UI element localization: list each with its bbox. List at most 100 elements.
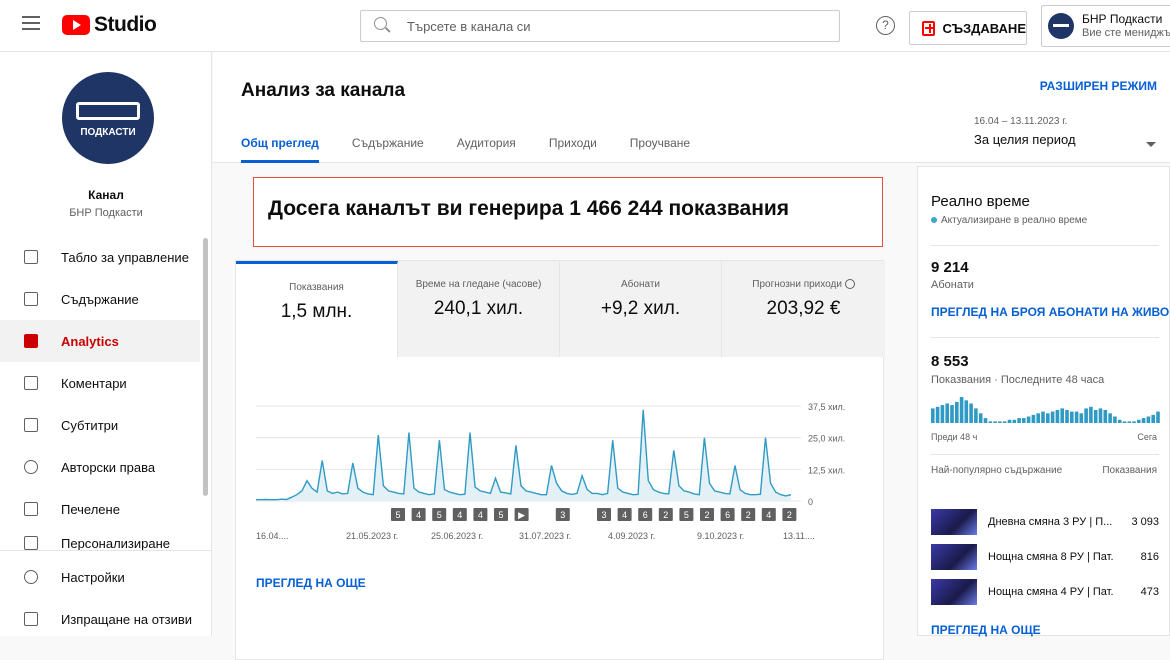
tab-research[interactable]: Проучване xyxy=(630,136,690,163)
search-icon xyxy=(374,17,387,30)
period-selector[interactable]: За целия период xyxy=(974,132,1076,147)
settings-icon xyxy=(24,570,38,584)
see-more-link[interactable]: ПРЕГЛЕД НА ОЩЕ xyxy=(256,576,366,590)
video-thumbnail xyxy=(931,509,977,535)
page-title: Анализ за канала xyxy=(241,80,406,101)
event-marker-label: 5 xyxy=(684,510,689,520)
tab-content[interactable]: Съдържание xyxy=(352,136,424,163)
mini-bar xyxy=(1108,413,1112,423)
video-views: 3 093 xyxy=(1131,516,1159,528)
top-content-row[interactable]: Нощна смяна 8 РУ | Пат... 816 xyxy=(931,542,1159,572)
mini-bar xyxy=(945,403,949,423)
metric-revenue[interactable]: Прогнозни приходи 203,92 € xyxy=(722,261,885,357)
logo-text: Studio xyxy=(94,13,157,36)
sidebar-item-label: Авторски права xyxy=(61,459,156,475)
metric-subscribers[interactable]: Абонати +9,2 хил. xyxy=(560,261,722,357)
sidebar-item-monetization[interactable]: Печелене xyxy=(0,488,200,530)
sidebar-item-label: Изпращане на отзиви xyxy=(61,611,193,627)
mini-bar xyxy=(1070,411,1074,423)
sidebar-item-label: Табло за управление xyxy=(61,249,189,265)
search-input[interactable]: Търсете в канала си xyxy=(360,10,840,42)
sidebar-item-dashboard[interactable]: Табло за управление xyxy=(0,236,200,278)
event-marker-label: 4 xyxy=(766,510,771,520)
video-thumbnail xyxy=(931,579,977,605)
channel-avatar[interactable]: ПОДКАСТИ xyxy=(62,72,154,164)
sidebar-item-settings[interactable]: Настройки xyxy=(0,556,212,598)
main-content: Анализ за канала РАЗШИРЕН РЕЖИМ 16.04 – … xyxy=(213,52,1170,660)
sidebar-item-content[interactable]: Съдържание xyxy=(0,278,200,320)
copyright-icon xyxy=(24,460,38,474)
mini-bar xyxy=(1065,410,1069,423)
mini-bar xyxy=(959,397,964,423)
metric-value: 1,5 млн. xyxy=(280,301,353,322)
mini-bar xyxy=(1089,406,1093,423)
tab-overview[interactable]: Общ преглед xyxy=(241,136,319,163)
realtime-title: Реално време xyxy=(931,193,1030,210)
info-icon[interactable] xyxy=(844,279,855,290)
event-marker-label: 4 xyxy=(457,510,462,520)
advanced-mode-link[interactable]: РАЗШИРЕН РЕЖИМ xyxy=(1040,79,1157,93)
metric-label: Време на гледане (часове) xyxy=(415,279,542,290)
video-title: Нощна смяна 8 РУ | Пат... xyxy=(988,551,1113,563)
mini-bar xyxy=(935,406,940,423)
video-views: 473 xyxy=(1140,586,1159,598)
live-subscribers-link[interactable]: ПРЕГЛЕД НА БРОЯ АБОНАТИ НА ЖИВО xyxy=(931,305,1169,319)
sidebar-item-label: Печелене xyxy=(61,501,120,517)
account-switcher[interactable]: БНР Подкасти Вие сте мениджър xyxy=(1041,5,1170,47)
sidebar-item-analytics[interactable]: Analytics xyxy=(0,320,200,362)
mini-bar xyxy=(1060,408,1064,423)
date-range[interactable]: 16.04 – 13.11.2023 г. xyxy=(974,116,1067,127)
overview-card: Показвания 1,5 млн. Време на гледане (ча… xyxy=(235,260,885,660)
sidebar: ПОДКАСТИ Канал БНР Подкасти Табло за упр… xyxy=(0,52,212,636)
sidebar-item-subtitles[interactable]: Субтитри xyxy=(0,404,200,446)
y-tick-label: 25,0 хил. xyxy=(808,434,845,444)
x-tick-label: 25.06.2023 г. xyxy=(431,531,483,541)
tab-audience[interactable]: Аудитория xyxy=(457,136,516,163)
realtime-status: Актуализиране в реално време xyxy=(931,215,1087,226)
sidebar-item-comments[interactable]: Коментари xyxy=(0,362,200,404)
sidebar-scrollbar[interactable] xyxy=(203,238,208,496)
mini-bar xyxy=(940,405,945,423)
x-tick-label: 4.09.2023 г. xyxy=(608,531,655,541)
mini-bar xyxy=(1026,416,1031,423)
mini-bar xyxy=(1050,411,1055,423)
views-summary-banner: Досега каналът ви генерира 1 466 244 пок… xyxy=(253,177,883,247)
sidebar-item-copyright[interactable]: Авторски права xyxy=(0,446,200,488)
tab-revenue[interactable]: Приходи xyxy=(549,136,597,163)
realtime-see-more-link[interactable]: ПРЕГЛЕД НА ОЩЕ xyxy=(931,623,1041,637)
menu-icon[interactable] xyxy=(22,16,40,30)
create-button[interactable]: СЪЗДАВАНЕ xyxy=(909,11,1027,45)
create-label: СЪЗДАВАНЕ xyxy=(942,20,1026,36)
subscribers-count: 9 214 xyxy=(931,259,969,276)
mini-bar xyxy=(1103,410,1108,423)
metric-views[interactable]: Показвания 1,5 млн. xyxy=(236,261,398,357)
top-content-row[interactable]: Нощна смяна 4 РУ | Пат... 473 xyxy=(931,577,1159,607)
views-area xyxy=(256,409,791,501)
metric-label: Прогнозни приходи xyxy=(722,279,885,290)
top-content-row[interactable]: Дневна смяна 3 РУ | П... 3 093 xyxy=(931,507,1159,537)
mini-bar xyxy=(1022,418,1026,423)
metric-watch-time[interactable]: Време на гледане (часове) 240,1 хил. xyxy=(398,261,560,357)
chevron-down-icon[interactable] xyxy=(1146,142,1156,147)
views-48h-count: 8 553 xyxy=(931,353,969,370)
y-tick-label: 0 xyxy=(808,497,813,507)
account-avatar xyxy=(1048,13,1074,39)
help-icon[interactable]: ? xyxy=(876,16,895,35)
studio-logo[interactable]: Studio xyxy=(62,13,157,37)
sidebar-item-label: Analytics xyxy=(61,333,119,349)
monetization-icon xyxy=(24,502,38,516)
mini-chart-start: Преди 48 ч xyxy=(931,432,978,442)
mini-bar xyxy=(983,418,988,423)
mini-bar xyxy=(1151,414,1155,423)
video-views: 816 xyxy=(1140,551,1159,563)
event-marker-label: 5 xyxy=(498,510,503,520)
channel-label: Канал xyxy=(88,188,124,202)
sidebar-item-feedback[interactable]: Изпращане на отзиви xyxy=(0,598,212,640)
mini-bar xyxy=(1007,419,1012,423)
mini-bar xyxy=(1055,410,1060,423)
mini-bar xyxy=(1046,413,1050,423)
account-name: БНР Подкасти xyxy=(1082,12,1163,26)
mini-bar xyxy=(1079,413,1084,423)
mini-bar xyxy=(1012,419,1017,423)
event-marker-label: 4 xyxy=(416,510,421,520)
